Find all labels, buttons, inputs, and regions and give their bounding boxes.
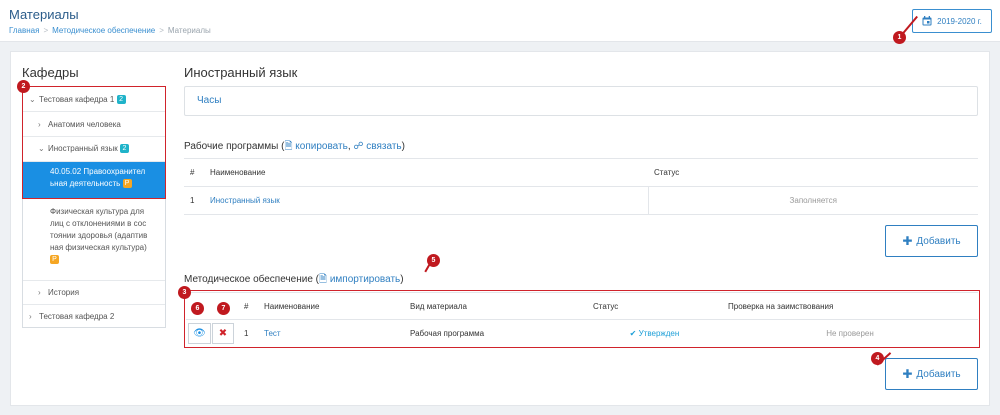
plus-icon: ✚ (902, 234, 913, 248)
marker-7: 7 (217, 302, 230, 315)
calendar-icon (922, 16, 932, 26)
program-badge: Р (50, 255, 59, 265)
tree-item-label-line: Физическая культура для (50, 207, 145, 216)
row-number: 1 (184, 186, 204, 215)
chevron-right-icon: › (29, 312, 32, 321)
marker-1: 1 (893, 31, 906, 44)
section-title-text: Рабочие программы ( (184, 141, 285, 152)
methodical-title: Методическое обеспечение (🗎 импортироват… (184, 272, 404, 289)
copy-link[interactable]: 🗎 копировать (284, 141, 347, 152)
work-programs-table: # Наименование Статус 1 Иностранный язык… (184, 158, 978, 215)
tree-item-history[interactable]: › История (23, 281, 165, 305)
tree-item-physical-culture[interactable]: Физическая культура для лиц с отклонения… (23, 199, 165, 281)
section-title-suffix: ) (400, 274, 404, 285)
program-status: Заполняется (647, 186, 978, 215)
breadcrumb-home[interactable]: Главная (9, 26, 39, 35)
chevron-right-icon: › (38, 288, 41, 297)
marker-5: 5 (427, 254, 440, 267)
tree-item-department-2[interactable]: › Тестовая кафедра 2 (23, 305, 165, 328)
plus-icon: ✚ (902, 367, 913, 381)
copy-file-icon: 🗎 (284, 141, 293, 152)
link-chain-icon: ☍ (353, 141, 364, 152)
copy-link-label: копировать (295, 141, 348, 152)
breadcrumb-separator: > (159, 26, 164, 35)
departments-title: Кафедры (22, 65, 79, 80)
add-button-label: Добавить (916, 235, 961, 247)
section-title-comma: , (347, 141, 351, 152)
program-name-link[interactable]: Иностранный язык (204, 186, 648, 215)
add-material-button[interactable]: ✚ Добавить (885, 358, 978, 390)
breadcrumb-current: Материалы (167, 26, 211, 35)
marker-2: 2 (17, 80, 30, 93)
link-link[interactable]: ☍ связать (353, 141, 401, 152)
page-title: Материалы (9, 7, 79, 22)
breadcrumb-methodical[interactable]: Методическое обеспечение (52, 26, 155, 35)
tree-item-label: Тестовая кафедра 2 (39, 312, 115, 321)
highlight-box-2 (22, 86, 166, 199)
column-header: Наименование (204, 158, 648, 187)
import-file-icon: 🗎 (319, 274, 328, 285)
section-title-suffix: ) (401, 141, 405, 152)
marker-6: 6 (191, 302, 204, 315)
marker-4: 4 (871, 352, 884, 365)
column-header: # (184, 158, 204, 187)
tree-item-label-line: лиц с отклонениями в сос (50, 219, 147, 228)
tree-item-label: История (48, 288, 80, 297)
work-programs-title: Рабочие программы (🗎 копировать, ☍ связа… (184, 139, 405, 156)
academic-year-label: 2019-2020 г. (937, 16, 982, 26)
import-link-label: импортировать (329, 274, 401, 285)
tree-item-label-line: ная физическая культура) (50, 243, 147, 252)
marker-3: 3 (178, 286, 191, 299)
top-header (0, 0, 1000, 42)
column-header: Статус (648, 158, 978, 187)
add-work-program-button[interactable]: ✚ Добавить (885, 225, 978, 257)
highlight-box-3 (184, 290, 980, 348)
link-link-label: связать (366, 141, 402, 152)
subject-title: Иностранный язык (184, 65, 298, 80)
add-button-label: Добавить (916, 368, 961, 380)
breadcrumb: Главная > Методическое обеспечение > Материа… (9, 26, 211, 35)
section-title-text: Методическое обеспечение ( (184, 274, 319, 285)
hours-panel[interactable]: Часы (184, 86, 978, 116)
import-link[interactable]: 🗎 импортировать (319, 274, 400, 285)
breadcrumb-separator: > (43, 26, 49, 35)
academic-year-button[interactable]: 2019-2020 г. (912, 9, 992, 33)
table-row: 1 Иностранный язык Заполняется (184, 186, 978, 215)
table-header-row: # Наименование Статус (184, 158, 978, 187)
hours-label: Часы (197, 95, 222, 106)
tree-item-label-line: тоянии здоровья (адаптив (50, 231, 148, 240)
